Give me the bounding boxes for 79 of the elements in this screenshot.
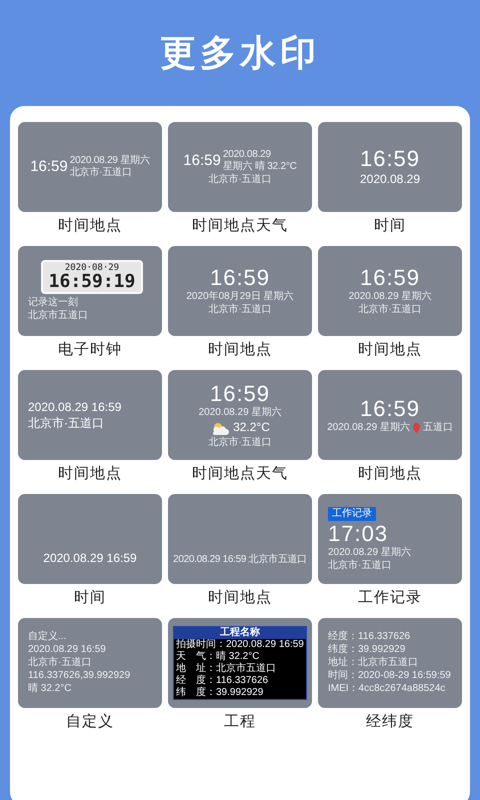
watermark-label: 工作记录 [358,588,422,608]
watermark-text: 北京市·五道口 [358,304,422,316]
table-row-text: 拍摄时间：2020.08.29 16:59 [175,639,305,650]
watermark-text: 2020.08.29 星期六 [327,422,410,434]
watermark-text: 2020.08.29 16:59 北京市五道口 [173,554,307,566]
watermark-preview[interactable]: 2020.08.29 16:59 [18,494,162,584]
watermark-preview[interactable]: 16:59 2020.08.29 星期六 32.2°C 北京市·五道口 [168,370,312,460]
watermark-text: 晴 32.2°C [28,683,72,695]
watermark-text: 纬度：39.992929 [328,644,406,656]
watermark-preview[interactable]: 自定义... 2020.08.29 16:59 北京市·五道口 116.337626,39.992929 晴 32.2°C [18,618,162,708]
digital-clock: 2020·08·29 16:59:19 [40,260,144,294]
watermark-text: 北京市·五道口 [208,304,272,316]
time-text: 16:59 [360,147,420,171]
watermark-text: 116.337626,39.992929 [28,670,130,682]
watermark-text: 记录这一刻 [28,297,78,309]
location-pin-icon [412,422,420,432]
watermark-text: 2020.08.29 [360,172,420,187]
watermark-label: 电子时钟 [58,340,122,360]
watermark-label: 时间地点天气 [192,464,288,484]
time-text: 16:59 [210,266,270,290]
watermark-preview[interactable]: 工程名称 拍摄时间：2020.08.29 16:59 天 气：晴 32.2°C 地 址：北京市五道口 经 度：116.337626 纬 度：39.992929 [168,618,312,708]
page-title: 更多水印 [160,30,320,74]
watermark-label: 时间地点 [358,340,422,360]
watermark-text: 星期六 晴 32.2°C [222,160,297,172]
watermark-label: 工程 [224,712,256,732]
watermark-label: 时间地点 [208,588,272,608]
watermark-preview[interactable]: 16:59 2020.08.29 星期六 北京市·五道口 [318,246,462,336]
watermark-text: 北京市·五道口 [28,416,104,430]
watermark-text: 2020.08.29 星期六 [328,546,411,558]
watermark-preview[interactable]: 2020.08.29 16:59 北京市五道口 [168,494,312,584]
watermark-label: 经纬度 [366,712,414,732]
watermark-preview[interactable]: 2020·08·29 16:59:19 记录这一刻 北京市五道口 [18,246,162,336]
watermark-text: 时间：2020-08-29 16:59:59 [328,670,451,682]
watermark-preview[interactable]: 16:59 2020.08.29 星期六 五道口 [318,370,462,460]
watermark-text: 地址：北京市五道口 [328,657,418,669]
watermark-preview[interactable]: 2020.08.29 16:59 北京市·五道口 [18,370,162,460]
time-text: 16:59 [183,150,221,170]
watermark-label: 时间地点 [58,216,122,236]
watermark-text: 北京市·五道口 [70,167,133,179]
watermark-text: 2020年08月29日 星期六 [186,291,294,303]
watermark-text: 北京市·五道口 [328,560,392,572]
watermark-text: 经度：116.337626 [328,631,410,643]
table-row-text: 天 气：晴 32.2°C [175,651,260,662]
watermark-text: 2020.08.29 星期六 [348,291,432,303]
temperature-text: 32.2°C [233,420,270,435]
watermark-text: 2020.08.29 星期六 [198,406,282,418]
time-text: 16:59 [360,266,420,290]
record-tag: 工作记录 [328,506,376,520]
watermark-text: 北京市五道口 [28,310,88,322]
watermark-label: 时间地点 [58,464,122,484]
watermark-text: 北京市·五道口 [28,657,92,669]
watermark-label: 时间地点 [208,340,272,360]
watermark-text: 2020.08.29 星期六 [70,155,150,166]
watermark-text: 2020.08.29 16:59 [43,551,137,566]
table-row-text: 经 度：116.337626 [175,675,270,686]
watermark-label: 时间 [374,216,406,236]
watermark-preview[interactable]: 16:59 2020.08.29 [318,122,462,212]
watermark-label: 时间地点天气 [192,216,288,236]
watermark-text: 2020.08.29 16:59 [28,644,106,656]
table-row-text: 纬 度：39.992929 [175,687,264,699]
watermark-label: 时间 [74,588,106,608]
time-text: 16:59 [210,382,270,406]
table-row-text: 地 址：北京市五道口 [175,663,277,674]
watermark-preview[interactable]: 16:59 2020年08月29日 星期六 北京市·五道口 [168,246,312,336]
watermark-preview[interactable]: 经度：116.337626 纬度：39.992929 地址：北京市五道口 时间：2020-08-29 16:59:59 IMEI：4cc8c2674a88524c [318,618,462,708]
watermark-text: 2020.08.29 [222,148,272,160]
time-text: 17:03 [328,522,388,546]
watermark-text: 北京市·五道口 [208,436,272,448]
time-text: 16:59 [360,396,420,420]
watermark-text: 北京市·五道口 [208,174,272,186]
watermark-label: 自定义 [66,712,114,732]
watermark-label: 时间地点 [358,464,422,484]
table-heading: 工程名称 [174,627,306,639]
watermark-text: 自定义... [28,631,66,643]
place-text: 五道口 [422,422,453,434]
time-text: 16:59 [30,157,68,177]
watermark-preview[interactable]: 工作记录 17:03 2020.08.29 星期六 北京市·五道口 [318,494,462,584]
watermark-text: IMEI：4cc8c2674a88524c [328,683,446,695]
watermark-text: 2020.08.29 16:59 [28,400,122,414]
